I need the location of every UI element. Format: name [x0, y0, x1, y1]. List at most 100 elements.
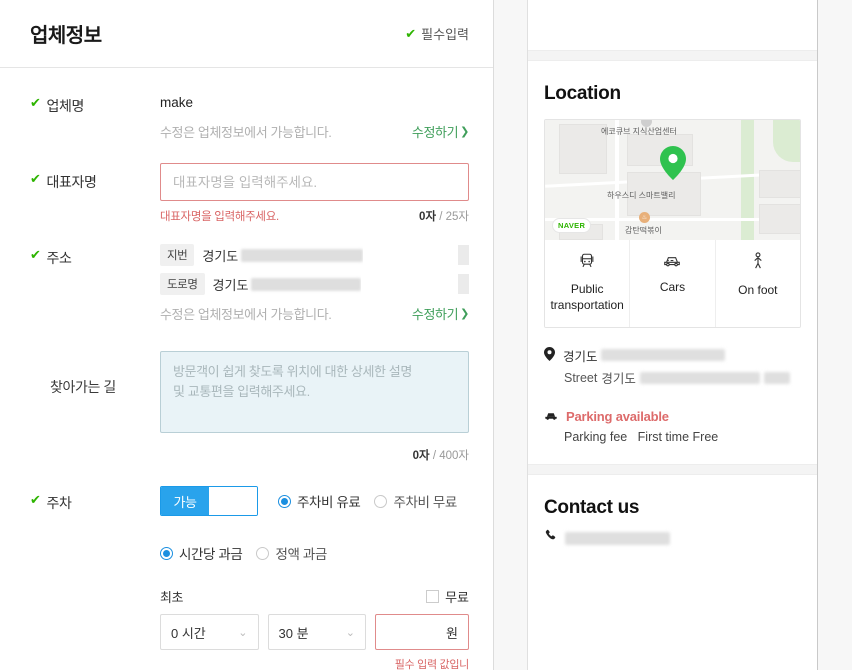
preview-address-primary: 경기도 [563, 346, 725, 365]
radio-hourly-charge[interactable]: 시간당 과금 [160, 543, 243, 563]
radio-icon [256, 546, 270, 560]
map-label-gamtan: 감탄떡볶이 [625, 226, 662, 235]
preview-parking-fee-label: Parking fee [564, 430, 628, 445]
page-title: 업체정보 [30, 25, 102, 47]
preview-street-prefix: Street [564, 370, 598, 385]
preview-parking-status-line: Parking available [544, 409, 801, 424]
address-road-side-block [458, 274, 469, 294]
field-row-representative: ✔ 대표자명 대표자명을 입력해주세요. 0자 / 25자 [30, 163, 469, 224]
won-input-wrap: 원 필수 입력 값입니 [375, 614, 469, 670]
preview-panel: Location 에코큐브 지식산업센터 하우스디 스마트밸리 감탄떡볶이 ♨ … [527, 0, 818, 670]
redacted-block [241, 248, 364, 262]
label-representative: ✔ 대표자명 [30, 163, 160, 224]
tab-cars[interactable]: Cars [630, 240, 716, 328]
parking-fee-radio-group: 주차비 유료 주차비 무료 [278, 491, 457, 511]
company-name-hint-line: 수정은 업체정보에서 가능합니다. 수정하기 ❯ [160, 122, 469, 141]
free-checkbox-wrap[interactable]: 무료 [426, 587, 469, 606]
map-label-ecocube: 에코큐브 지식산업센터 [601, 127, 677, 136]
form-header: 업체정보 ✔ 필수입력 [0, 0, 493, 68]
address-road-tag: 도로명 [160, 273, 205, 295]
tab-label: Public transportation [550, 282, 624, 312]
parking-price-input[interactable]: 원 [375, 614, 469, 650]
tab-on-foot[interactable]: On foot [716, 240, 800, 327]
label-text: 업체명 [46, 98, 85, 114]
directions-char-counter: 0자 / 400자 [413, 450, 469, 462]
train-icon [578, 252, 596, 275]
free-checkbox-label: 무료 [445, 590, 469, 605]
won-unit-label: 원 [446, 625, 458, 641]
first-period-label: 최초 [160, 590, 184, 605]
preview-section-divider [528, 464, 817, 476]
map-transport-tabs: Public transportation Cars On foot [545, 240, 800, 328]
redacted-block [600, 349, 725, 362]
radio-label: 주차비 유료 [297, 495, 361, 510]
chevron-right-icon: ❯ [460, 126, 469, 138]
label-text: 주차 [46, 495, 72, 511]
radio-label: 시간당 과금 [179, 547, 243, 562]
walk-icon [750, 252, 766, 276]
chevron-right-icon: ❯ [460, 308, 469, 320]
representative-char-counter: 0자 / 25자 [419, 208, 469, 224]
address-road-row: 도로명 경기도 [160, 273, 469, 295]
address-road-value: 경기도 [213, 275, 362, 294]
preview-address-secondary-text: 경기도 [601, 372, 636, 387]
tab-public-transportation[interactable]: Public transportation [545, 240, 631, 328]
naver-logo: NAVER [552, 218, 592, 233]
representative-name-input[interactable] [160, 163, 469, 201]
parking-available-toggle[interactable]: 가능 [160, 486, 258, 516]
label-directions: 찾아가는 길 [30, 349, 160, 464]
map-card: 에코큐브 지식산업센터 하우스디 스마트밸리 감탄떡볶이 ♨ NAVER Pub… [544, 119, 801, 329]
hour-select[interactable]: 0 시간 ⌄ [160, 614, 259, 650]
label-text: 주소 [46, 250, 72, 266]
radio-parking-free[interactable]: 주차비 무료 [374, 491, 457, 511]
preview-address-primary-text: 경기도 [563, 350, 601, 365]
map-green-area [773, 120, 800, 162]
address-lot-value: 경기도 [202, 246, 364, 265]
minute-select-value: 30 분 [278, 625, 309, 641]
poi-marker-icon: ♨ [639, 212, 650, 223]
edit-company-info-link[interactable]: 수정하기 ❯ [412, 122, 469, 141]
radio-icon-selected [160, 546, 173, 560]
field-directions: 0자 / 400자 [160, 351, 469, 464]
redacted-block [763, 371, 790, 384]
map-building [759, 204, 800, 234]
toggle-on-label: 가능 [161, 487, 209, 515]
hour-select-value: 0 시간 [171, 625, 206, 641]
map-building [559, 124, 607, 174]
tab-label: Cars [659, 280, 686, 294]
toggle-off-area [209, 487, 257, 515]
preview-parking-fee-value: First time Free [637, 430, 719, 445]
parking-fee-head: 최초 무료 [160, 587, 469, 606]
field-parking: 가능 주차비 유료 주차비 무료 시간당 과금 정액 과금 최초 무료 0 시간… [160, 486, 469, 670]
counter-current: 0자 [419, 211, 437, 223]
field-representative: 대표자명을 입력해주세요. 0자 / 25자 [160, 163, 469, 224]
radio-flat-charge[interactable]: 정액 과금 [256, 543, 327, 563]
counter-current: 0자 [412, 450, 430, 462]
parking-charge-line: 시간당 과금 정액 과금 [160, 543, 469, 563]
field-row-company-name: ✔ 업체명 make 수정은 업체정보에서 가능합니다. 수정하기 ❯ [30, 94, 469, 141]
map-image[interactable]: 에코큐브 지식산업센터 하우스디 스마트밸리 감탄떡볶이 ♨ NAVER [545, 120, 800, 240]
directions-textarea[interactable] [160, 351, 469, 433]
car-icon [544, 410, 558, 424]
company-name-value: make [160, 95, 194, 110]
edit-address-link[interactable]: 수정하기 ❯ [412, 304, 469, 323]
preview-address: 경기도 Street 경기도 [544, 346, 801, 387]
representative-error-message: 대표자명을 입력해주세요. [160, 211, 279, 223]
radio-icon-selected [278, 494, 291, 508]
minute-select[interactable]: 30 분 ⌄ [267, 614, 366, 650]
check-icon: ✔ [405, 26, 417, 41]
label-company-name: ✔ 업체명 [30, 94, 160, 141]
address-hint: 수정은 업체정보에서 가능합니다. [160, 307, 332, 322]
map-building [759, 170, 800, 198]
counter-max: / 400자 [432, 450, 469, 462]
parking-price-error-message: 필수 입력 값입니 [394, 659, 470, 670]
check-icon: ✔ [30, 247, 41, 262]
chevron-down-icon: ⌄ [238, 626, 248, 639]
location-pin-icon [544, 347, 555, 364]
representative-below-line: 대표자명을 입력해주세요. 0자 / 25자 [160, 208, 469, 224]
address-lot-text: 경기도 [202, 248, 239, 264]
radio-parking-paid[interactable]: 주차비 유료 [278, 491, 361, 511]
counter-max: / 25자 [439, 211, 469, 223]
radio-label: 정액 과금 [275, 547, 327, 562]
radio-icon [374, 494, 388, 508]
